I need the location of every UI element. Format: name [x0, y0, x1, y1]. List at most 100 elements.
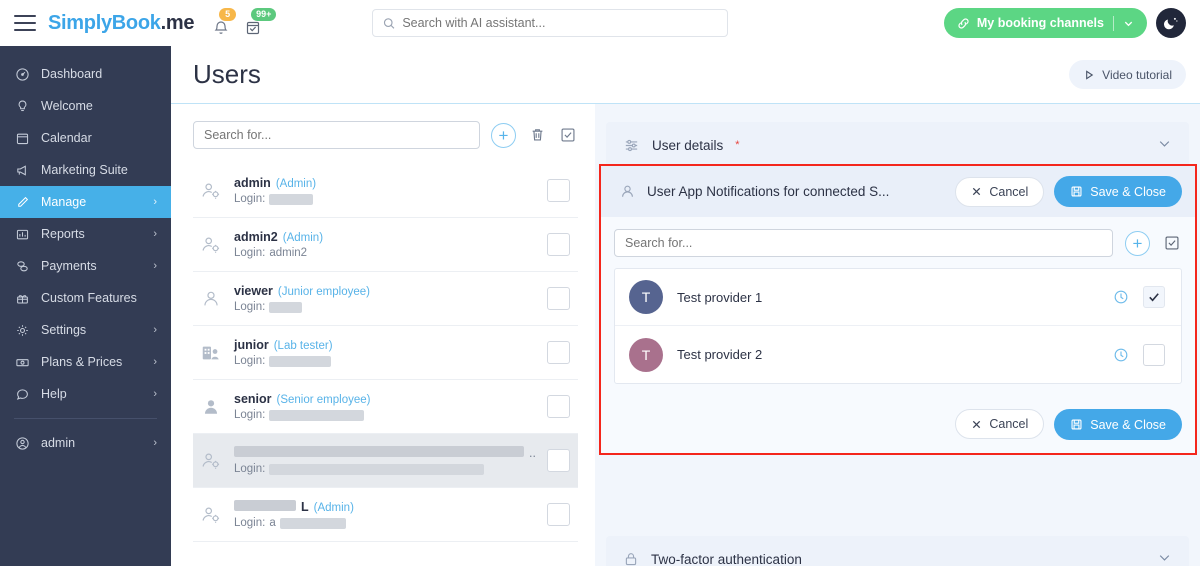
add-user-button[interactable]: + [491, 123, 516, 148]
panel-save-close-button[interactable]: Save & Close [1054, 176, 1182, 207]
provider-checkbox[interactable] [1143, 344, 1165, 366]
user-row[interactable]: admin2(Admin)Login:admin2 [193, 218, 578, 272]
provider-row[interactable]: TTest provider 2 [615, 326, 1181, 383]
logo-text: SimplyBook [48, 12, 161, 35]
chevron-right-icon: › [153, 437, 157, 449]
user-select-checkbox[interactable] [547, 341, 570, 364]
user-row[interactable]: L(Admin)Login:a [193, 488, 578, 542]
accordion-user-details[interactable]: User details * [606, 122, 1189, 168]
user-info: ..Login: [234, 446, 536, 475]
my-booking-channels-button[interactable]: My booking channels [944, 8, 1147, 38]
sidebar-item-marketing-suite[interactable]: Marketing Suite [0, 154, 171, 186]
play-icon [1083, 69, 1095, 81]
sidebar-item-account[interactable]: admin › [0, 427, 171, 459]
sidebar-item-custom-features[interactable]: Custom Features [0, 282, 171, 314]
user-login: Login: [234, 301, 536, 313]
delete-users-button[interactable] [527, 125, 547, 145]
provider-search-box[interactable] [614, 229, 1113, 257]
login-prefix: Login: [234, 517, 265, 529]
link-icon [957, 17, 970, 30]
user-gear-icon [199, 449, 223, 473]
sidebar-item-label: Marketing Suite [41, 163, 157, 177]
banknote-icon [14, 354, 30, 370]
sidebar-item-plans-prices[interactable]: Plans & Prices › [0, 346, 171, 378]
provider-row[interactable]: TTest provider 1 [615, 269, 1181, 326]
redacted-login [269, 302, 302, 313]
clock-icon[interactable] [1113, 347, 1129, 363]
sidebar-item-label: Custom Features [41, 291, 157, 305]
sidebar-item-calendar[interactable]: Calendar [0, 122, 171, 154]
user-search-input[interactable] [204, 128, 469, 142]
user-login: Login:admin2 [234, 247, 536, 259]
sidebar-item-reports[interactable]: Reports › [0, 218, 171, 250]
user-row[interactable]: ..Login: [193, 434, 578, 488]
user-row[interactable]: senior(Senior employee)Login: [193, 380, 578, 434]
provider-name: Test provider 2 [677, 347, 1099, 362]
user-login: Login:a [234, 517, 536, 529]
user-name: admin(Admin) [234, 176, 536, 190]
select-all-providers-button[interactable] [1162, 233, 1182, 253]
video-tutorial-button[interactable]: Video tutorial [1069, 60, 1186, 89]
sidebar-item-welcome[interactable]: Welcome [0, 90, 171, 122]
user-row[interactable]: admin(Admin) Login: [193, 164, 578, 218]
user-select-checkbox[interactable] [547, 233, 570, 256]
ai-search-input[interactable] [402, 16, 717, 30]
theme-toggle-button[interactable] [1156, 8, 1186, 38]
user-row[interactable]: viewer(Junior employee) Login: [193, 272, 578, 326]
user-name-text: admin2 [234, 230, 278, 244]
close-icon [971, 186, 982, 197]
user-name: viewer(Junior employee) [234, 284, 536, 298]
select-all-users-button[interactable] [558, 125, 578, 145]
login-prefix: Login: [234, 247, 265, 259]
tasks-badge: 99+ [251, 8, 276, 21]
sidebar-item-label: Plans & Prices [41, 355, 142, 369]
provider-search-input[interactable] [625, 236, 1102, 250]
redacted-name [234, 500, 296, 511]
user-select-checkbox[interactable] [547, 179, 570, 202]
sidebar-item-dashboard[interactable]: Dashboard [0, 58, 171, 90]
user-role: (Admin) [276, 178, 316, 190]
lock-icon [623, 551, 639, 566]
check-icon [1147, 290, 1161, 304]
user-select-checkbox[interactable] [547, 449, 570, 472]
user-name-text: viewer [234, 284, 273, 298]
gift-icon [14, 290, 30, 306]
user-solid-icon [199, 395, 223, 419]
chevron-down-icon[interactable] [1157, 136, 1172, 154]
sidebar-item-help[interactable]: Help › [0, 378, 171, 410]
chevron-down-icon[interactable] [1157, 550, 1172, 566]
user-name-text: junior [234, 338, 269, 352]
accordion-two-factor-authentication[interactable]: Two-factor authentication [606, 536, 1189, 566]
notifications-button[interactable]: 5 [210, 10, 232, 36]
gear-icon [14, 322, 30, 338]
required-marker: * [735, 139, 739, 151]
hamburger-menu-icon[interactable] [14, 15, 36, 31]
add-provider-button[interactable]: + [1125, 231, 1150, 256]
user-select-checkbox[interactable] [547, 287, 570, 310]
sidebar-item-payments[interactable]: Payments › [0, 250, 171, 282]
sidebar-item-settings[interactable]: Settings › [0, 314, 171, 346]
ai-search-bar[interactable] [372, 9, 728, 37]
chevron-down-icon[interactable] [1123, 18, 1134, 29]
sidebar-item-manage[interactable]: Manage › [0, 186, 171, 218]
panel-cancel-button[interactable]: Cancel [955, 177, 1044, 207]
save-disk-icon [1070, 185, 1083, 198]
footer-save-close-button[interactable]: Save & Close [1054, 409, 1182, 440]
tasks-button[interactable]: 99+ [242, 10, 264, 36]
user-outline-icon [619, 183, 636, 200]
user-select-checkbox[interactable] [547, 503, 570, 526]
user-search-box[interactable] [193, 121, 480, 149]
clock-icon[interactable] [1113, 289, 1129, 305]
user-row[interactable]: junior(Lab tester)Login: [193, 326, 578, 380]
user-select-checkbox[interactable] [547, 395, 570, 418]
app-logo[interactable]: SimplyBook.me [48, 12, 194, 35]
user-login: Login: [234, 193, 536, 205]
notifications-panel-header: User App Notifications for connected S..… [601, 166, 1195, 217]
footer-cancel-button[interactable]: Cancel [955, 409, 1044, 439]
user-circle-icon [14, 435, 30, 451]
provider-checkbox[interactable] [1143, 286, 1165, 308]
redacted-login [269, 356, 331, 367]
user-info: viewer(Junior employee) Login: [234, 284, 536, 313]
sidebar-item-label: Dashboard [41, 67, 157, 81]
user-role: (Senior employee) [277, 394, 371, 406]
